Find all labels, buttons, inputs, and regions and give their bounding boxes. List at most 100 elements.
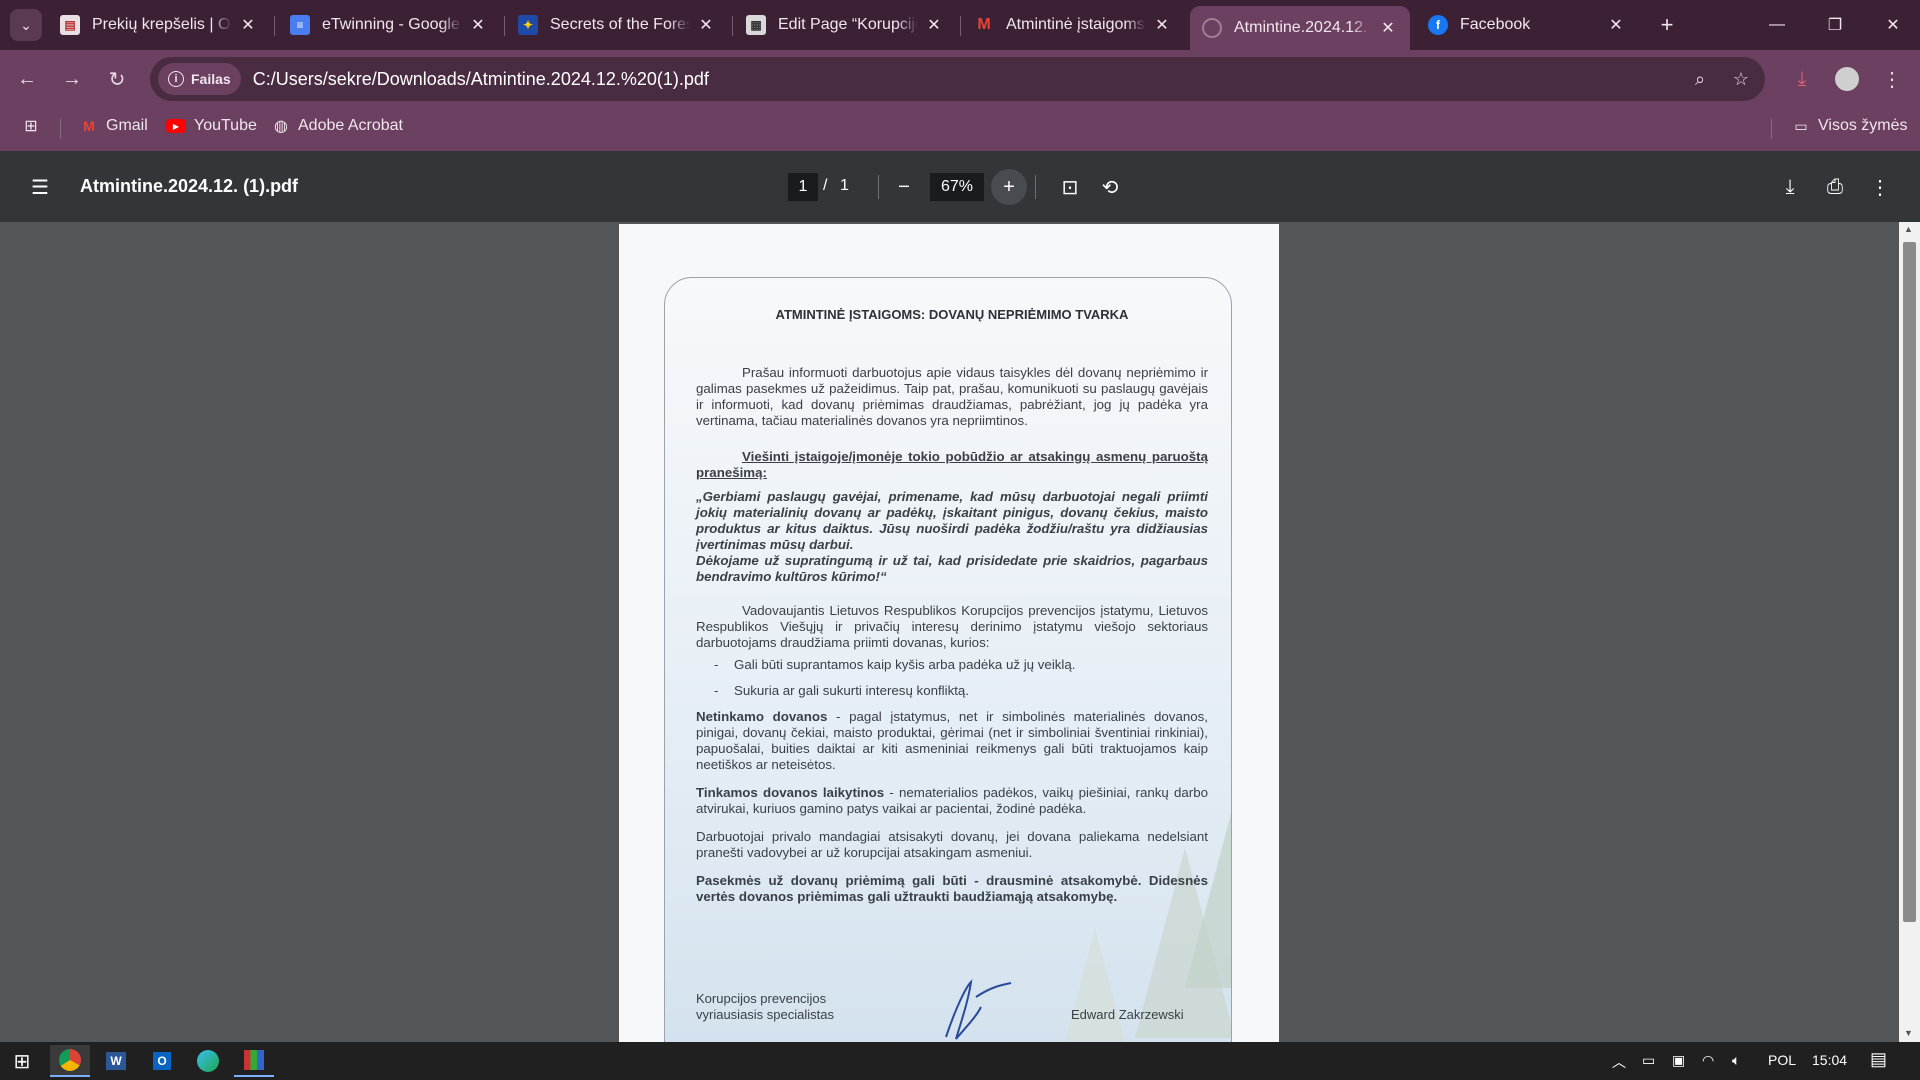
restore-button[interactable]: ❐ bbox=[1806, 0, 1864, 50]
close-icon[interactable]: ✕ bbox=[1606, 15, 1626, 35]
youtube-icon: ▶ bbox=[166, 119, 186, 133]
zoom-out-button[interactable]: − bbox=[886, 169, 922, 205]
bookmark-label: Adobe Acrobat bbox=[298, 117, 403, 134]
zoom-level-input[interactable]: 67% bbox=[930, 173, 984, 201]
paragraph-lead: Netinkamo dovanos bbox=[696, 709, 828, 724]
tab-item[interactable]: ▤ Prekių krepšelis | ORO ✕ bbox=[48, 6, 270, 44]
pdf-page: ATMINTINĖ ĮSTAIGOMS: DOVANŲ NEPRIĖMIMO T… bbox=[619, 224, 1279, 1077]
minimize-icon: — bbox=[1769, 16, 1785, 33]
close-icon[interactable]: ✕ bbox=[1378, 18, 1398, 38]
tab-title: Atmintine.2024.12. (1 bbox=[1234, 19, 1372, 36]
pdf-sidebar-toggle[interactable]: ☰ bbox=[22, 169, 58, 205]
pdf-download-button[interactable]: ⤓ bbox=[1772, 169, 1808, 205]
taskbar-chrome[interactable] bbox=[50, 1045, 90, 1077]
more-vertical-icon: ⋮ bbox=[1870, 176, 1890, 199]
page-total: 1 bbox=[840, 177, 849, 194]
tab-search-button[interactable]: ⌄ bbox=[10, 9, 42, 41]
apps-grid-icon: ⊞ bbox=[24, 118, 38, 135]
info-icon: i bbox=[168, 71, 184, 87]
fit-to-page-button[interactable]: ⊡ bbox=[1052, 169, 1088, 205]
google-docs-icon: ≡ bbox=[290, 15, 310, 35]
taskbar-edge[interactable] bbox=[188, 1045, 228, 1077]
taskbar-outlook[interactable]: O bbox=[142, 1045, 182, 1077]
paragraph: Darbuotojai privalo mandagiai atsisakyti… bbox=[696, 829, 1208, 860]
paragraph-announcement-heading: Viešinti įstaigoje/įmonėje tokio pobūdži… bbox=[696, 449, 1208, 480]
chevron-down-icon: ⌄ bbox=[20, 16, 32, 33]
pdf-filename: Atmintine.2024.12. (1).pdf bbox=[80, 176, 299, 196]
close-icon[interactable]: ✕ bbox=[468, 15, 488, 35]
close-icon[interactable]: ✕ bbox=[696, 15, 716, 35]
outlook-icon: O bbox=[153, 1052, 171, 1070]
forward-button[interactable]: → bbox=[55, 62, 89, 96]
new-tab-button[interactable]: + bbox=[1652, 10, 1682, 40]
apps-button[interactable]: ⊞ bbox=[22, 117, 48, 135]
bookmark-gmail[interactable]: M Gmail bbox=[80, 117, 148, 135]
folder-icon: ▭ bbox=[1794, 117, 1808, 134]
wifi-icon[interactable]: ◠ bbox=[1702, 1052, 1714, 1069]
more-vertical-icon: ⋮ bbox=[1882, 68, 1902, 91]
zoom-icon[interactable]: ⌕ bbox=[1684, 63, 1716, 95]
tab-item[interactable]: ≡ eTwinning - Google Do ✕ bbox=[278, 6, 500, 44]
signatory-title-line: vyriausiasis specialistas bbox=[696, 1007, 834, 1022]
battery-icon[interactable]: ▭ bbox=[1642, 1052, 1655, 1069]
bookmark-star-icon[interactable]: ☆ bbox=[1725, 63, 1757, 95]
clock[interactable]: 15:04 bbox=[1812, 1052, 1847, 1068]
start-button[interactable]: ⊞ bbox=[2, 1045, 42, 1077]
close-icon[interactable]: ✕ bbox=[924, 15, 944, 35]
page-separator: / bbox=[823, 177, 828, 194]
scrollbar-thumb[interactable] bbox=[1903, 242, 1916, 922]
volume-icon[interactable]: 🔈︎ bbox=[1732, 1052, 1740, 1069]
tab-item[interactable]: ▦ Edit Page “Korupcijos ✕ bbox=[734, 6, 956, 44]
tab-item-active[interactable]: Atmintine.2024.12. (1 ✕ bbox=[1190, 6, 1410, 50]
close-icon[interactable]: ✕ bbox=[1152, 15, 1172, 35]
page-number-input[interactable]: 1 bbox=[788, 173, 818, 201]
address-bar[interactable]: i Failas C:/Users/sekre/Downloads/Atmint… bbox=[150, 57, 1765, 101]
bookmark-youtube[interactable]: ▶ YouTube bbox=[166, 117, 257, 135]
taskbar-archive-app[interactable] bbox=[234, 1045, 274, 1077]
meet-now-icon[interactable]: ▣ bbox=[1672, 1052, 1685, 1069]
paragraph: Tinkamos dovanos laikytinos - nematerial… bbox=[696, 785, 1208, 817]
browser-menu-button[interactable]: ⋮ bbox=[1875, 62, 1909, 96]
gmail-icon: M bbox=[977, 16, 991, 33]
tray-overflow-icon[interactable]: ︿ bbox=[1612, 1052, 1626, 1072]
print-button[interactable]: ⎙ bbox=[1817, 169, 1853, 205]
close-icon[interactable]: ✕ bbox=[238, 15, 258, 35]
scrollbar[interactable]: ▲ ▼ bbox=[1899, 222, 1920, 1042]
tab-item[interactable]: M Atmintinė įstaigoms ✕ bbox=[962, 6, 1184, 44]
restore-icon: ❐ bbox=[1827, 17, 1843, 34]
minimize-button[interactable]: — bbox=[1748, 0, 1806, 50]
pdf-more-button[interactable]: ⋮ bbox=[1862, 169, 1898, 205]
bookmark-label: Gmail bbox=[106, 117, 148, 134]
rotate-button[interactable]: ⟲ bbox=[1092, 169, 1128, 205]
close-icon: ✕ bbox=[1886, 17, 1900, 34]
language-indicator[interactable]: POL bbox=[1768, 1052, 1796, 1068]
bookmark-adobe-acrobat[interactable]: ◍ Adobe Acrobat bbox=[272, 117, 403, 135]
rotate-icon: ⟲ bbox=[1101, 176, 1119, 199]
pdf-viewer[interactable]: ATMINTINĖ ĮSTAIGOMS: DOVANŲ NEPRIĖMIMO T… bbox=[0, 222, 1920, 1077]
edit-page-icon: ▦ bbox=[746, 15, 766, 35]
tab-strip: ⌄ ▤ Prekių krepšelis | ORO ✕ ≡ eTwinning… bbox=[0, 0, 1920, 50]
url-text[interactable]: C:/Users/sekre/Downloads/Atmintine.2024.… bbox=[253, 69, 709, 90]
notifications-icon[interactable]: ▤ bbox=[1870, 1049, 1887, 1070]
gmail-icon: M bbox=[83, 118, 95, 134]
archive-icon bbox=[244, 1050, 264, 1070]
site-info-chip[interactable]: i Failas bbox=[158, 63, 241, 95]
profile-button[interactable] bbox=[1830, 62, 1864, 96]
bookmark-label: YouTube bbox=[194, 117, 257, 134]
pdf-toolbar: ☰ Atmintine.2024.12. (1).pdf 1 / 1 − 67%… bbox=[0, 151, 1920, 222]
pdf-loading-icon bbox=[1202, 18, 1222, 38]
all-bookmarks-button[interactable]: ▭ Visos žymės bbox=[1792, 117, 1907, 135]
announcement-quote: „Gerbiami paslaugų gavėjai, primename, k… bbox=[696, 489, 1208, 552]
zoom-in-button[interactable]: + bbox=[991, 169, 1027, 205]
close-window-button[interactable]: ✕ bbox=[1864, 0, 1920, 50]
bookmarks-bar: ⊞ M Gmail ▶ YouTube ◍ Adobe Acrobat ▭ Vi… bbox=[0, 107, 1920, 151]
tab-title: Secrets of the Forest: bbox=[550, 16, 690, 33]
back-button[interactable]: ← bbox=[10, 62, 44, 96]
fit-page-icon: ⊡ bbox=[1061, 176, 1079, 199]
signatory-title-line: Korupcijos prevencijos bbox=[696, 991, 827, 1006]
taskbar-word[interactable]: W bbox=[96, 1045, 136, 1077]
downloads-button[interactable]: ⤓ bbox=[1785, 62, 1819, 96]
tab-item[interactable]: f Facebook ✕ bbox=[1416, 6, 1638, 44]
tab-item[interactable]: ✦ Secrets of the Forest: ✕ bbox=[506, 6, 728, 44]
reload-button[interactable]: ↻ bbox=[100, 62, 134, 96]
